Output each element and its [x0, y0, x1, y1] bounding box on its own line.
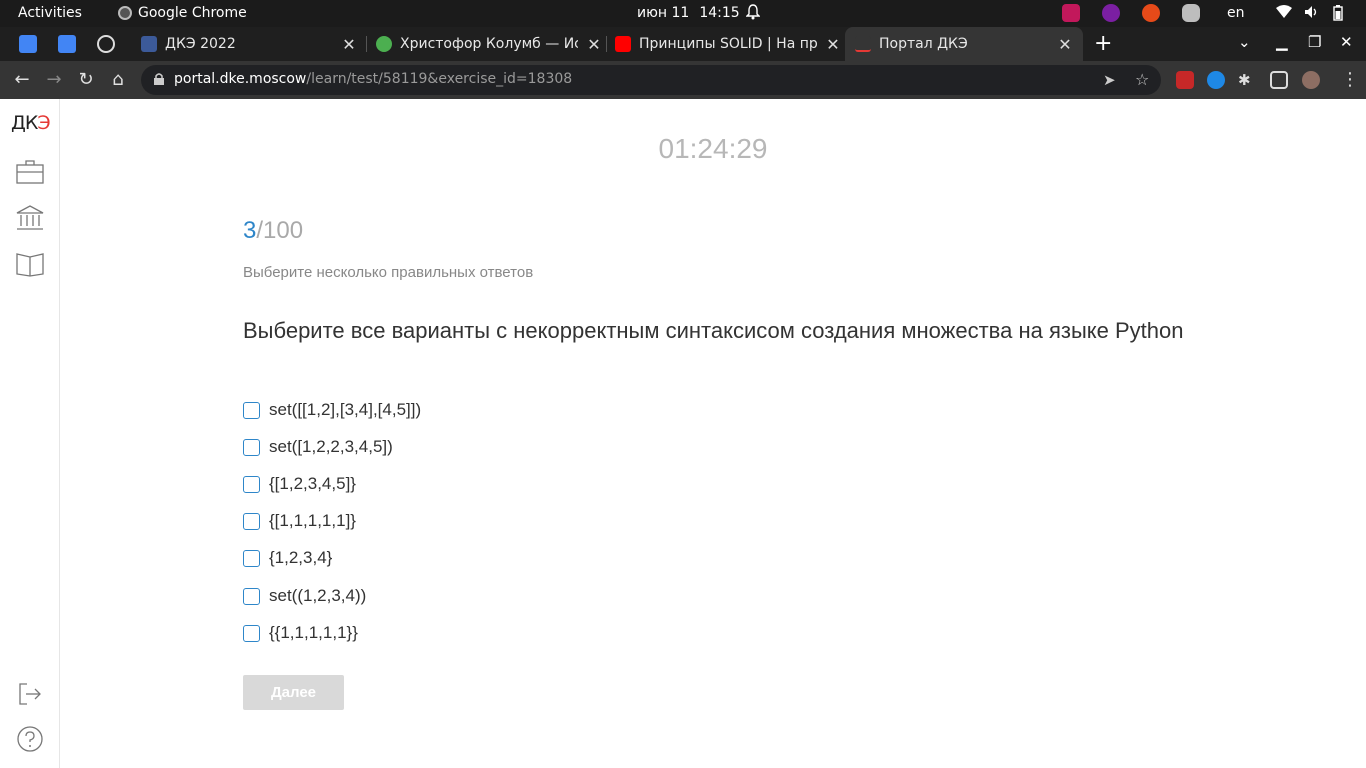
tab-columbus[interactable]: Христофор Колумб — Ис ✕: [376, 27, 602, 61]
battery-icon: [1332, 5, 1348, 21]
tab-strip: ДКЭ 2022 ✕ Христофор Колумб — Ис ✕ Принц…: [0, 27, 1366, 61]
answer-option[interactable]: {[1,2,3,4,5]}: [243, 471, 356, 497]
bookmark-star-icon[interactable]: ☆: [1135, 70, 1149, 89]
tab-search-icon[interactable]: ⌄: [1238, 33, 1251, 51]
minimize-button[interactable]: ▁: [1276, 33, 1288, 51]
reload-button[interactable]: ↻: [75, 69, 97, 90]
system-menu[interactable]: [1276, 5, 1348, 21]
app-tray-icon[interactable]: [1062, 4, 1080, 22]
close-icon[interactable]: ✕: [825, 35, 841, 54]
help-icon[interactable]: [16, 726, 44, 752]
close-icon[interactable]: ✕: [1057, 35, 1073, 54]
tray-icons: [1062, 4, 1222, 22]
option-label: {{1,1,1,1,1}}: [269, 623, 358, 642]
wifi-icon: [1276, 5, 1292, 19]
answer-option[interactable]: set((1,2,3,4)): [243, 583, 366, 609]
answer-option[interactable]: {1,2,3,4}: [243, 545, 332, 571]
clock-time: 14:15: [699, 5, 740, 21]
home-button[interactable]: ⌂: [107, 69, 129, 90]
tab-solid[interactable]: Принципы SOLID | На при ✕: [615, 27, 841, 61]
close-icon[interactable]: ✕: [586, 35, 602, 54]
answer-option[interactable]: set([1,2,2,3,4,5]): [243, 434, 393, 460]
volume-icon: [1304, 5, 1320, 19]
question-counter: 3/100: [243, 217, 304, 244]
answer-hint: Выберите несколько правильных ответов: [243, 264, 534, 281]
keyboard-layout[interactable]: en: [1227, 5, 1245, 21]
side-panel-icon[interactable]: [1270, 71, 1288, 89]
avatar[interactable]: [1302, 71, 1320, 89]
clock-date: июн 11: [637, 5, 690, 21]
browser-toolbar: ← → ↻ ⌂ portal.dke.moscow/learn/test/581…: [0, 61, 1366, 99]
alarm-icon: [746, 4, 760, 20]
checkbox[interactable]: [243, 549, 260, 567]
green-circle-favicon: [376, 36, 392, 52]
lock-icon: [154, 73, 164, 85]
chrome-menu-icon[interactable]: ⋮: [1341, 69, 1359, 90]
forward-button[interactable]: →: [43, 69, 65, 90]
app-tray-icon[interactable]: [1142, 4, 1160, 22]
checkbox[interactable]: [243, 587, 260, 605]
option-label: set((1,2,3,4)): [269, 586, 367, 605]
google-docs-icon[interactable]: [19, 35, 37, 53]
answer-option[interactable]: {[1,1,1,1,1]}: [243, 508, 356, 534]
answer-option[interactable]: {{1,1,1,1,1}}: [243, 620, 358, 646]
tab-separator: [606, 36, 607, 52]
checkbox[interactable]: [243, 475, 260, 493]
close-window-button[interactable]: ✕: [1340, 33, 1353, 51]
clock[interactable]: июн 11 14:15: [637, 5, 740, 21]
next-button[interactable]: Далее: [243, 675, 344, 710]
page-content: ДКЭ 01:24:29 3/100 Выберите несколько пр…: [0, 99, 1366, 768]
checkbox[interactable]: [243, 401, 260, 419]
logout-icon[interactable]: [16, 681, 44, 707]
dke-logo[interactable]: ДКЭ: [11, 112, 51, 136]
option-label: {[1,2,3,4,5]}: [269, 474, 356, 493]
link-icon[interactable]: [97, 35, 115, 53]
tab-dke-2022[interactable]: ДКЭ 2022 ✕: [137, 27, 361, 61]
checkbox[interactable]: [243, 512, 260, 530]
question-text: Выберите все варианты с некорректным син…: [243, 318, 1184, 343]
option-label: set([[1,2],[3,4],[4,5]]): [269, 400, 422, 419]
book-icon[interactable]: [16, 251, 44, 277]
tab-separator: [366, 36, 367, 52]
option-label: set([1,2,2,3,4,5]): [269, 437, 393, 456]
option-label: {1,2,3,4}: [269, 548, 333, 567]
test-timer: 01:24:29: [658, 133, 768, 164]
checkbox[interactable]: [243, 438, 260, 456]
extension-icon[interactable]: [1207, 71, 1225, 89]
tab-title: Принципы SOLID | На при: [639, 36, 817, 52]
maximize-button[interactable]: ❐: [1308, 33, 1321, 51]
extensions-puzzle-icon[interactable]: ✱: [1238, 71, 1256, 89]
app-menu[interactable]: Google Chrome: [118, 5, 247, 21]
app-tray-icon[interactable]: [1102, 4, 1120, 22]
url-text: portal.dke.moscow/learn/test/58119&exerc…: [174, 71, 573, 87]
address-bar[interactable]: portal.dke.moscow/learn/test/58119&exerc…: [141, 65, 1161, 95]
google-docs-icon[interactable]: [58, 35, 76, 53]
tab-title: Христофор Колумб — Ис: [400, 36, 578, 52]
discord-icon[interactable]: [1182, 4, 1200, 22]
app-name: Google Chrome: [138, 5, 247, 21]
answer-option[interactable]: set([[1,2],[3,4],[4,5]]): [243, 397, 421, 423]
briefcase-icon[interactable]: [16, 159, 44, 185]
close-icon[interactable]: ✕: [341, 35, 357, 54]
sidebar: ДКЭ: [0, 99, 60, 768]
tab-title: ДКЭ 2022: [165, 36, 236, 52]
youtube-favicon: [615, 36, 631, 52]
extension-icon[interactable]: [1176, 71, 1194, 89]
system-top-bar: Activities Google Chrome июн 11 14:15 en: [0, 0, 1366, 27]
checkbox[interactable]: [243, 624, 260, 642]
back-button[interactable]: ←: [11, 69, 33, 90]
library-icon[interactable]: [16, 205, 44, 231]
tab-title: Портал ДКЭ: [879, 36, 968, 52]
dke-favicon: [141, 36, 157, 52]
tab-portal-dke[interactable]: Портал ДКЭ ✕: [845, 27, 1083, 61]
option-label: {[1,1,1,1,1]}: [269, 511, 356, 530]
chrome-icon: [118, 6, 132, 20]
send-icon[interactable]: ➤: [1103, 71, 1116, 89]
dke-favicon: [855, 36, 871, 52]
new-tab-button[interactable]: +: [1094, 31, 1112, 56]
activities-button[interactable]: Activities: [18, 5, 82, 21]
